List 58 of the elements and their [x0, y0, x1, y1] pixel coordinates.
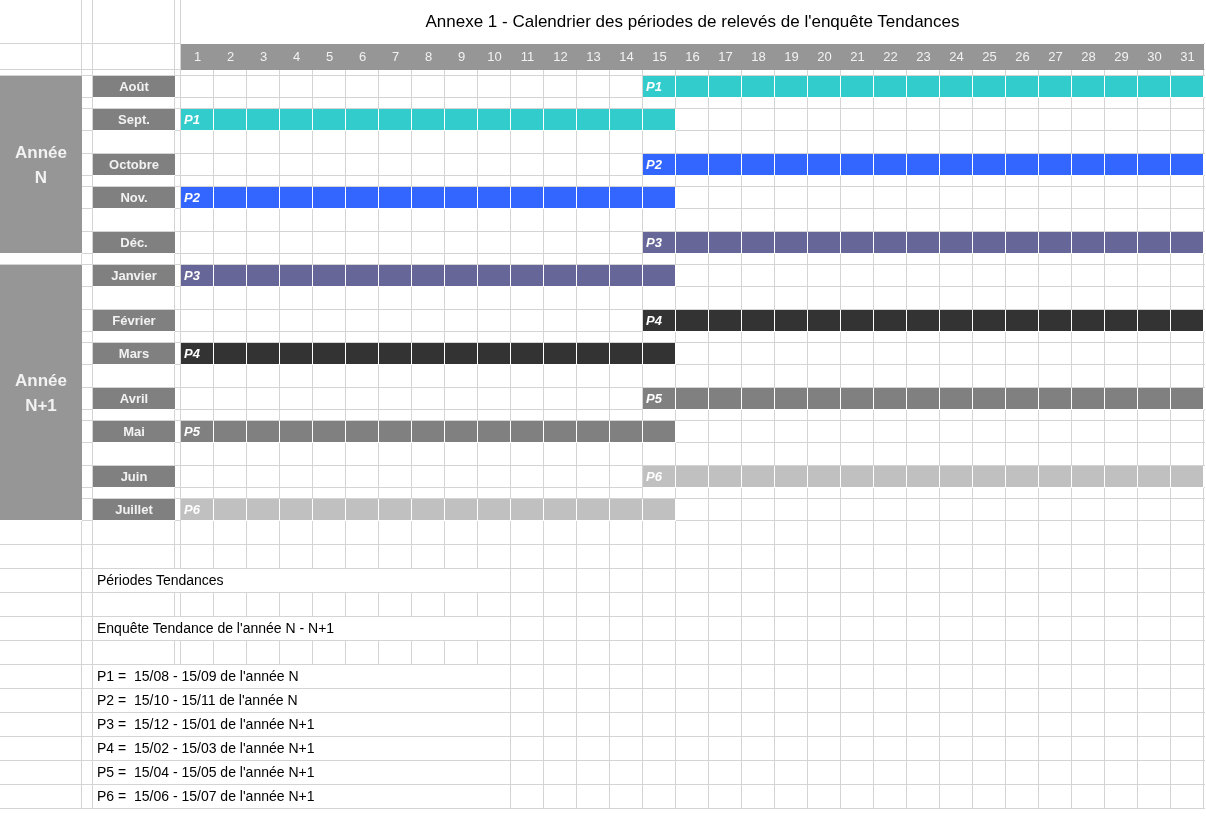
- month-label: Août: [93, 76, 175, 98]
- period-label: P2: [646, 155, 662, 174]
- day-number: 31: [1179, 48, 1196, 67]
- period-label: P3: [184, 266, 200, 285]
- month-label: Sept.: [93, 109, 175, 131]
- day-number: 15: [651, 48, 668, 67]
- period-label: P1: [184, 110, 200, 129]
- day-number: 16: [684, 48, 701, 67]
- day-number: 24: [948, 48, 965, 67]
- day-number: 11: [519, 48, 536, 67]
- day-number: 28: [1080, 48, 1097, 67]
- period-label: P3: [646, 233, 662, 252]
- day-number: 7: [390, 48, 401, 67]
- year-label: Année N: [0, 76, 82, 254]
- month-label: Juillet: [93, 499, 175, 521]
- month-label: Juin: [93, 466, 175, 488]
- day-number: 9: [456, 48, 467, 67]
- day-number: 4: [291, 48, 302, 67]
- day-number: 13: [585, 48, 602, 67]
- day-number: 23: [915, 48, 932, 67]
- day-number: 12: [552, 48, 569, 67]
- day-number: 1: [192, 48, 203, 67]
- month-label: Nov.: [93, 187, 175, 209]
- day-number: 2: [225, 48, 236, 67]
- period-label: P4: [646, 311, 662, 330]
- day-number: 27: [1047, 48, 1064, 67]
- day-number: 14: [618, 48, 635, 67]
- month-label: Avril: [93, 388, 175, 410]
- day-number: 19: [783, 48, 800, 67]
- day-number: 17: [717, 48, 734, 67]
- day-number: 26: [1014, 48, 1031, 67]
- month-label: Octobre: [93, 154, 175, 176]
- day-number: 21: [849, 48, 866, 67]
- month-label: Janvier: [93, 265, 175, 287]
- sheet-title: Annexe 1 - Calendrier des périodes de relevés de l'enquête Tendances: [181, 0, 1204, 44]
- period-label: P5: [646, 389, 662, 408]
- day-number: 8: [423, 48, 434, 67]
- period-label: P2: [184, 188, 200, 207]
- period-label: P6: [646, 467, 662, 486]
- day-number: 10: [486, 48, 503, 67]
- period-label: P6: [184, 500, 200, 519]
- month-label: Février: [93, 310, 175, 332]
- day-number: 6: [357, 48, 368, 67]
- year-label: Année N+1: [0, 265, 82, 521]
- day-number: 25: [981, 48, 998, 67]
- day-number: 22: [882, 48, 899, 67]
- day-number: 20: [816, 48, 833, 67]
- month-label: Mai: [93, 421, 175, 443]
- day-number: 29: [1113, 48, 1130, 67]
- day-number: 30: [1146, 48, 1163, 67]
- day-number: 18: [750, 48, 767, 67]
- month-label: Mars: [93, 343, 175, 365]
- period-label: P5: [184, 422, 200, 441]
- period-label: P4: [184, 344, 200, 363]
- day-number: 3: [258, 48, 269, 67]
- day-number: 5: [324, 48, 335, 67]
- period-label: P1: [646, 77, 662, 96]
- month-label: Déc.: [93, 232, 175, 254]
